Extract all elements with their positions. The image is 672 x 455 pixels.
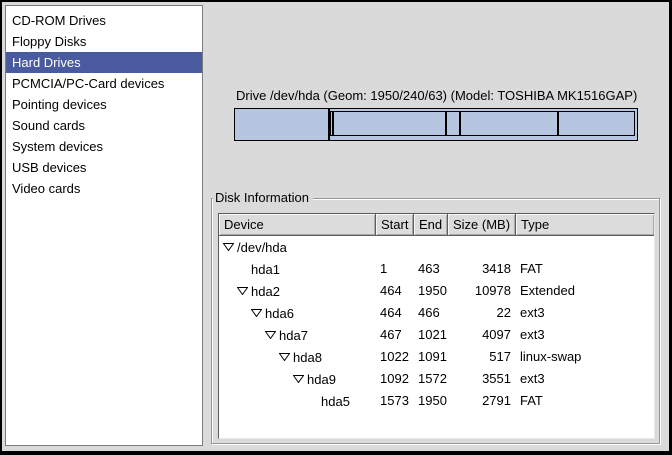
size-cell: 3551 <box>448 368 516 390</box>
type-cell: FAT <box>516 258 654 280</box>
device-name: hda1 <box>251 259 280 280</box>
partition-divider <box>445 112 447 135</box>
table-row[interactable]: hda6 464 466 22 ext3 <box>219 302 654 324</box>
size-cell: 10978 <box>448 280 516 302</box>
expander-icon[interactable] <box>237 287 248 295</box>
size-cell <box>448 236 516 258</box>
start-cell: 467 <box>376 324 414 346</box>
table-header: Device Start End Size (MB) Type <box>219 214 654 236</box>
table-row[interactable]: hda8 1022 1091 517 linux-swap <box>219 346 654 368</box>
table-row[interactable]: hda7 467 1021 4097 ext3 <box>219 324 654 346</box>
table-row[interactable]: hda1 1 463 3418 FAT <box>219 258 654 280</box>
size-cell: 22 <box>448 302 516 324</box>
end-cell: 1572 <box>414 368 448 390</box>
table-row[interactable]: hda9 1092 1572 3551 ext3 <box>219 368 654 390</box>
table-row[interactable]: hda2 464 1950 10978 Extended <box>219 280 654 302</box>
column-header-start[interactable]: Start <box>376 214 414 236</box>
size-cell: 4097 <box>448 324 516 346</box>
type-cell <box>516 236 654 258</box>
end-cell: 1091 <box>414 346 448 368</box>
start-cell: 1 <box>376 258 414 280</box>
start-cell: 464 <box>376 280 414 302</box>
end-cell <box>414 236 448 258</box>
type-cell: ext3 <box>516 324 654 346</box>
device-name: hda8 <box>293 347 322 368</box>
sidebar-item-sound-cards[interactable]: Sound cards <box>6 115 202 136</box>
device-name: hda2 <box>251 281 280 302</box>
size-cell: 3418 <box>448 258 516 280</box>
start-cell: 1573 <box>376 390 414 412</box>
expander-icon[interactable] <box>223 243 234 251</box>
table-row[interactable]: /dev/hda <box>219 236 654 258</box>
hardware-browser-window: CD-ROM Drives Floppy Disks Hard Drives P… <box>0 0 672 455</box>
start-cell: 464 <box>376 302 414 324</box>
sidebar-item-hard-drives[interactable]: Hard Drives <box>6 52 202 73</box>
disk-table: Device Start End Size (MB) Type /dev/hda <box>218 213 655 439</box>
expander-icon[interactable] <box>293 375 304 383</box>
expander-icon[interactable] <box>265 331 276 339</box>
end-cell: 1950 <box>414 390 448 412</box>
column-header-type[interactable]: Type <box>516 214 654 236</box>
column-header-device[interactable]: Device <box>219 214 376 236</box>
column-header-size[interactable]: Size (MB) <box>448 214 516 236</box>
device-name: /dev/hda <box>237 237 287 258</box>
end-cell: 1950 <box>414 280 448 302</box>
sidebar-item-usb-devices[interactable]: USB devices <box>6 157 202 178</box>
partition-segment-hda1 <box>235 109 330 140</box>
end-cell: 463 <box>414 258 448 280</box>
end-cell: 1021 <box>414 324 448 346</box>
sidebar-item-pointing-devices[interactable]: Pointing devices <box>6 94 202 115</box>
column-header-end[interactable]: End <box>414 214 448 236</box>
device-name: hda6 <box>265 303 294 324</box>
type-cell: FAT <box>516 390 654 412</box>
disk-information-label: Disk Information <box>213 190 313 206</box>
partition-segment-hda2-extended <box>330 111 635 136</box>
type-cell: ext3 <box>516 368 654 390</box>
type-cell: Extended <box>516 280 654 302</box>
disk-information-group: Disk Information Device Start End Size (… <box>211 198 660 444</box>
start-cell <box>376 236 414 258</box>
partition-bar <box>234 108 638 141</box>
sidebar-item-cdrom-drives[interactable]: CD-ROM Drives <box>6 10 202 31</box>
drive-title: Drive /dev/hda (Geom: 1950/240/63) (Mode… <box>236 88 637 103</box>
device-name: hda5 <box>321 391 350 412</box>
sidebar-item-video-cards[interactable]: Video cards <box>6 178 202 199</box>
device-name: hda9 <box>307 369 336 390</box>
partition-divider <box>459 112 461 135</box>
expander-icon[interactable] <box>251 309 262 317</box>
sidebar-item-floppy-disks[interactable]: Floppy Disks <box>6 31 202 52</box>
start-cell: 1022 <box>376 346 414 368</box>
expander-icon[interactable] <box>279 353 290 361</box>
device-name: hda7 <box>279 325 308 346</box>
partition-divider <box>557 112 559 135</box>
type-cell: linux-swap <box>516 346 654 368</box>
start-cell: 1092 <box>376 368 414 390</box>
size-cell: 2791 <box>448 390 516 412</box>
category-list: CD-ROM Drives Floppy Disks Hard Drives P… <box>5 5 203 446</box>
table-row[interactable]: hda5 1573 1950 2791 FAT <box>219 390 654 412</box>
size-cell: 517 <box>448 346 516 368</box>
sidebar-item-pcmcia-devices[interactable]: PCMCIA/PC-Card devices <box>6 73 202 94</box>
type-cell: ext3 <box>516 302 654 324</box>
partition-divider <box>332 112 334 135</box>
end-cell: 466 <box>414 302 448 324</box>
sidebar-item-system-devices[interactable]: System devices <box>6 136 202 157</box>
